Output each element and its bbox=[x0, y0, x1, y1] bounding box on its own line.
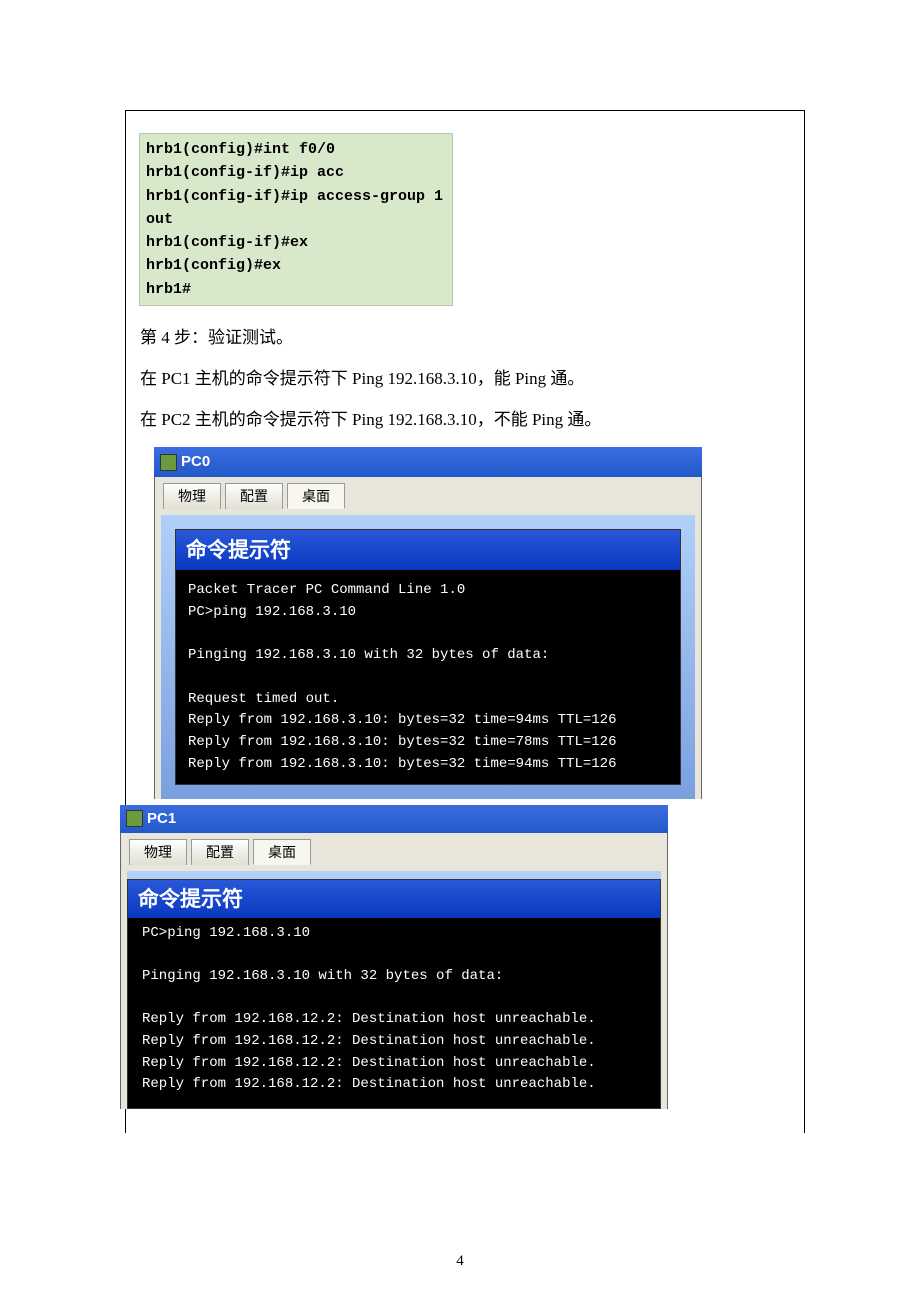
page-number: 4 bbox=[0, 1253, 920, 1270]
router-line: hrb1(config)#int f0/0 bbox=[146, 138, 446, 161]
pc0-desktop-area: 命令提示符 Packet Tracer PC Command Line 1.0 … bbox=[161, 515, 695, 798]
router-line: hrb1(config)#ex bbox=[146, 254, 446, 277]
tab-desktop[interactable]: 桌面 bbox=[287, 483, 345, 509]
pc0-cmd-window: 命令提示符 Packet Tracer PC Command Line 1.0 … bbox=[175, 529, 681, 784]
pc1-desktop-area: 命令提示符 PC>ping 192.168.3.10 Pinging 192.1… bbox=[127, 871, 661, 1110]
router-config-block: hrb1(config)#int f0/0 hrb1(config-if)#ip… bbox=[139, 133, 453, 306]
pc1-cmd-window: 命令提示符 PC>ping 192.168.3.10 Pinging 192.1… bbox=[127, 879, 661, 1110]
body-text: 在 PC1 主机的命令提示符下 Ping 192.168.3.10，能 Ping… bbox=[140, 365, 790, 392]
router-line: hrb1# bbox=[146, 278, 446, 301]
router-line: hrb1(config-if)#ex bbox=[146, 231, 446, 254]
body-text: 在 PC2 主机的命令提示符下 Ping 192.168.3.10，不能 Pin… bbox=[140, 406, 790, 433]
pc1-window: PC1 物理 配置 桌面 命令提示符 PC>ping 192.168.3.10 … bbox=[120, 805, 668, 1110]
pc1-tabs: 物理 配置 桌面 bbox=[127, 835, 661, 865]
pc1-titlebar: PC1 bbox=[120, 805, 668, 833]
router-line: hrb1(config-if)#ip acc bbox=[146, 161, 446, 184]
pc-icon bbox=[160, 454, 177, 471]
pc0-window: PC0 物理 配置 桌面 命令提示符 Packet Tracer PC Comm… bbox=[154, 447, 702, 798]
pc0-tabs: 物理 配置 桌面 bbox=[161, 479, 695, 509]
tab-physical[interactable]: 物理 bbox=[163, 483, 221, 509]
step4-heading: 第 4 步：验证测试。 bbox=[140, 324, 790, 351]
pc-icon bbox=[126, 810, 143, 827]
cmd-title: 命令提示符 bbox=[176, 530, 680, 570]
document-frame: hrb1(config)#int f0/0 hrb1(config-if)#ip… bbox=[125, 110, 805, 1133]
pc0-title-text: PC0 bbox=[181, 452, 210, 472]
cmd-title: 命令提示符 bbox=[128, 880, 660, 918]
tab-config[interactable]: 配置 bbox=[191, 839, 249, 865]
tab-desktop[interactable]: 桌面 bbox=[253, 839, 311, 865]
tab-config[interactable]: 配置 bbox=[225, 483, 283, 509]
router-line: hrb1(config-if)#ip access-group 1 out bbox=[146, 185, 446, 232]
tab-physical[interactable]: 物理 bbox=[129, 839, 187, 865]
pc0-titlebar: PC0 bbox=[154, 447, 702, 477]
pc1-title-text: PC1 bbox=[147, 809, 176, 829]
pc1-cmd-output[interactable]: PC>ping 192.168.3.10 Pinging 192.168.3.1… bbox=[128, 918, 660, 1109]
pc0-cmd-output[interactable]: Packet Tracer PC Command Line 1.0 PC>pin… bbox=[176, 570, 680, 783]
